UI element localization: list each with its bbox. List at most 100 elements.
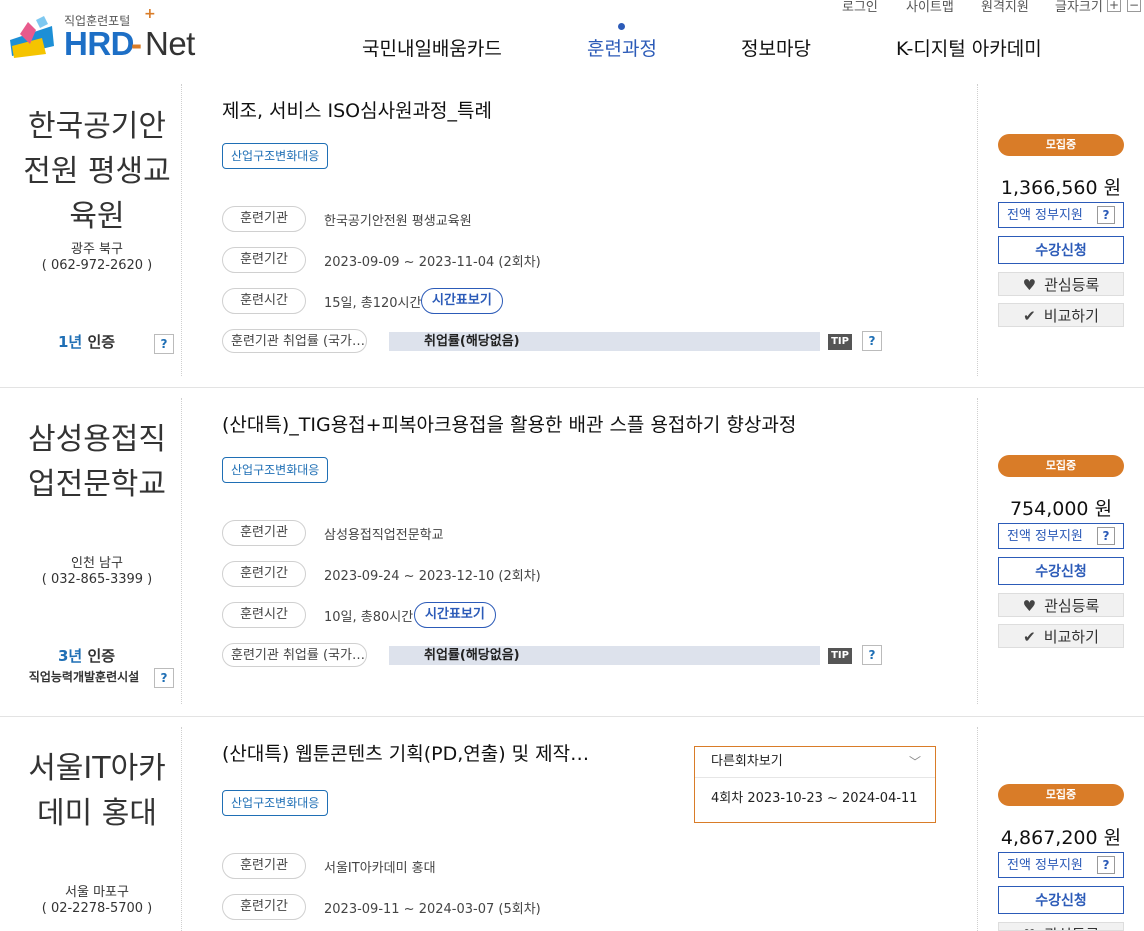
institution-phone: ( 02-2278-5700 ) [41, 901, 153, 916]
institution-phone: ( 062-972-2620 ) [41, 258, 153, 273]
compare-button[interactable]: ✔ 비교하기 [998, 624, 1124, 648]
course-price: 1,366,560 원 [1000, 177, 1122, 199]
other-rounds-header[interactable]: 다른회차보기 ﹀ [695, 747, 935, 778]
status-badge: 모집중 [998, 784, 1124, 806]
employment-help-button[interactable]: ? [862, 645, 882, 665]
tip-badge[interactable]: TIP [828, 334, 852, 350]
other-rounds-dropdown[interactable]: 다른회차보기 ﹀ 4회차 2023-10-23 ~ 2024-04-11 [694, 746, 936, 823]
institution-region: 광주 북구 [71, 242, 123, 257]
chevron-down-icon: ﹀ [908, 755, 921, 769]
gov-support-help-button[interactable]: ? [1097, 206, 1115, 224]
add-interest-button[interactable]: ♥ 관심등록 [998, 272, 1124, 296]
gov-support-help-button[interactable]: ? [1097, 856, 1115, 874]
gov-support-text: 전액 정부지원 [1007, 858, 1083, 873]
employment-rate-bar: 취업률(해당없음) [389, 332, 820, 351]
apply-button[interactable]: 수강신청 [998, 886, 1124, 914]
font-decrease-button[interactable]: − [1127, 0, 1141, 12]
institution-value: 서울IT아카데미 홍대 [324, 861, 436, 876]
institution-region: 인천 남구 [71, 556, 123, 571]
gov-support-label: 전액 정부지원 ? [998, 852, 1124, 878]
period-value: 2023-09-24 ~ 2023-12-10 (2회차) [324, 569, 541, 584]
logo-net: Net [145, 25, 195, 62]
interest-label: 관심등록 [1044, 597, 1100, 615]
heart-icon: ♥ [1022, 597, 1037, 615]
employment-help-button[interactable]: ? [862, 331, 882, 351]
label-period: 훈련기간 [222, 894, 306, 920]
cert-help-button[interactable]: ? [154, 668, 174, 688]
active-nav-dot [618, 23, 625, 30]
institution-name[interactable]: 서울IT아카 데미 홍대 [12, 746, 182, 836]
nav-k-digital[interactable]: K-디지털 아카데미 [896, 34, 1042, 61]
hours-value: 10일, 총80시간 [324, 610, 414, 625]
gov-support-text: 전액 정부지원 [1007, 529, 1083, 544]
apply-button[interactable]: 수강신청 [998, 557, 1124, 585]
cert-label: 인증 [87, 333, 116, 351]
timetable-button[interactable]: 시간표보기 [414, 602, 496, 628]
divider [977, 727, 978, 931]
gov-support-help-button[interactable]: ? [1097, 527, 1115, 545]
certification: 3년 인증 [58, 645, 115, 666]
interest-label: 관심등록 [1044, 276, 1100, 294]
certification: 1년 인증 [58, 331, 115, 352]
period-value: 2023-09-11 ~ 2024-03-07 (5회차) [324, 902, 541, 917]
font-size-label: 글자크기 [1055, 0, 1103, 15]
other-rounds-label: 다른회차보기 [711, 754, 783, 769]
label-period: 훈련기간 [222, 561, 306, 587]
nav-national-card[interactable]: 국민내일배움카드 [362, 34, 502, 61]
label-hours: 훈련시간 [222, 288, 306, 314]
cert-help-button[interactable]: ? [154, 334, 174, 354]
tip-badge[interactable]: TIP [828, 648, 852, 664]
apply-button[interactable]: 수강신청 [998, 236, 1124, 264]
course-tag: 산업구조변화대응 [222, 143, 329, 169]
compare-label: 비교하기 [1043, 307, 1099, 325]
institution-name[interactable]: 한국공기안 전원 평생교 육원 [12, 104, 182, 239]
logo-hrd: HRD [64, 25, 135, 62]
cert-label: 인증 [87, 647, 116, 665]
status-badge: 모집중 [998, 134, 1124, 156]
compare-button[interactable]: ✔ 비교하기 [998, 303, 1124, 327]
add-interest-button[interactable]: ♥ 관심등록 [998, 922, 1124, 931]
nav-info[interactable]: 정보마당 [741, 34, 811, 61]
add-interest-button[interactable]: ♥ 관심등록 [998, 593, 1124, 617]
card-separator [0, 716, 1144, 717]
institution-phone: ( 032-865-3399 ) [41, 572, 153, 587]
label-employment-rate: 훈련기관 취업률 (국가… [222, 643, 367, 667]
check-icon: ✔ [1023, 307, 1036, 325]
interest-label: 관심등록 [1044, 926, 1099, 930]
course-title[interactable]: 제조, 서비스 ISO심사원과정_특례 [222, 96, 492, 123]
heart-icon: ♥ [1022, 276, 1037, 294]
cert-years: 3년 [58, 647, 83, 665]
label-institution: 훈련기관 [222, 853, 306, 879]
label-institution: 훈련기관 [222, 206, 306, 232]
label-institution: 훈련기관 [222, 520, 306, 546]
institution-value: 한국공기안전원 평생교육원 [324, 214, 472, 229]
institution-value: 삼성용접직업전문학교 [324, 528, 444, 543]
logo[interactable]: 직업훈련포털 + HRD - Net [2, 6, 202, 62]
course-title[interactable]: (산대특)_TIG용접+피복아크용접을 활용한 배관 스플 용접하기 향상과정 [222, 410, 796, 437]
divider [977, 398, 978, 704]
cert-years: 1년 [58, 333, 83, 351]
remote-support-link[interactable]: 원격지원 [981, 0, 1029, 15]
label-employment-rate: 훈련기관 취업률 (국가… [222, 329, 367, 353]
cert-type: 직업능력개발훈련시설 [28, 670, 140, 684]
course-tag: 산업구조변화대응 [222, 457, 329, 483]
divider [977, 84, 978, 376]
status-badge: 모집중 [998, 455, 1124, 477]
sitemap-link[interactable]: 사이트맵 [906, 0, 954, 15]
nav-training-courses[interactable]: 훈련과정 [587, 34, 657, 61]
course-price: 4,867,200 원 [1000, 827, 1122, 849]
other-round-option[interactable]: 4회차 2023-10-23 ~ 2024-04-11 [695, 778, 935, 820]
label-hours: 훈련시간 [222, 602, 306, 628]
compare-label: 비교하기 [1043, 628, 1099, 646]
font-increase-button[interactable]: + [1107, 0, 1121, 12]
hours-value: 15일, 총120시간 [324, 296, 422, 311]
login-link[interactable]: 로그인 [842, 0, 878, 15]
logo-plus: + [144, 6, 156, 22]
course-price: 754,000 원 [1009, 498, 1113, 520]
timetable-button[interactable]: 시간표보기 [421, 288, 503, 314]
heart-icon: ♥ [1023, 926, 1036, 930]
institution-name[interactable]: 삼성용접직 업전문학교 [12, 417, 182, 507]
gov-support-label: 전액 정부지원 ? [998, 523, 1124, 549]
employment-rate-bar: 취업률(해당없음) [389, 646, 820, 665]
course-title[interactable]: (산대특) 웹툰콘텐츠 기획(PD,연출) 및 제작… [222, 739, 589, 766]
